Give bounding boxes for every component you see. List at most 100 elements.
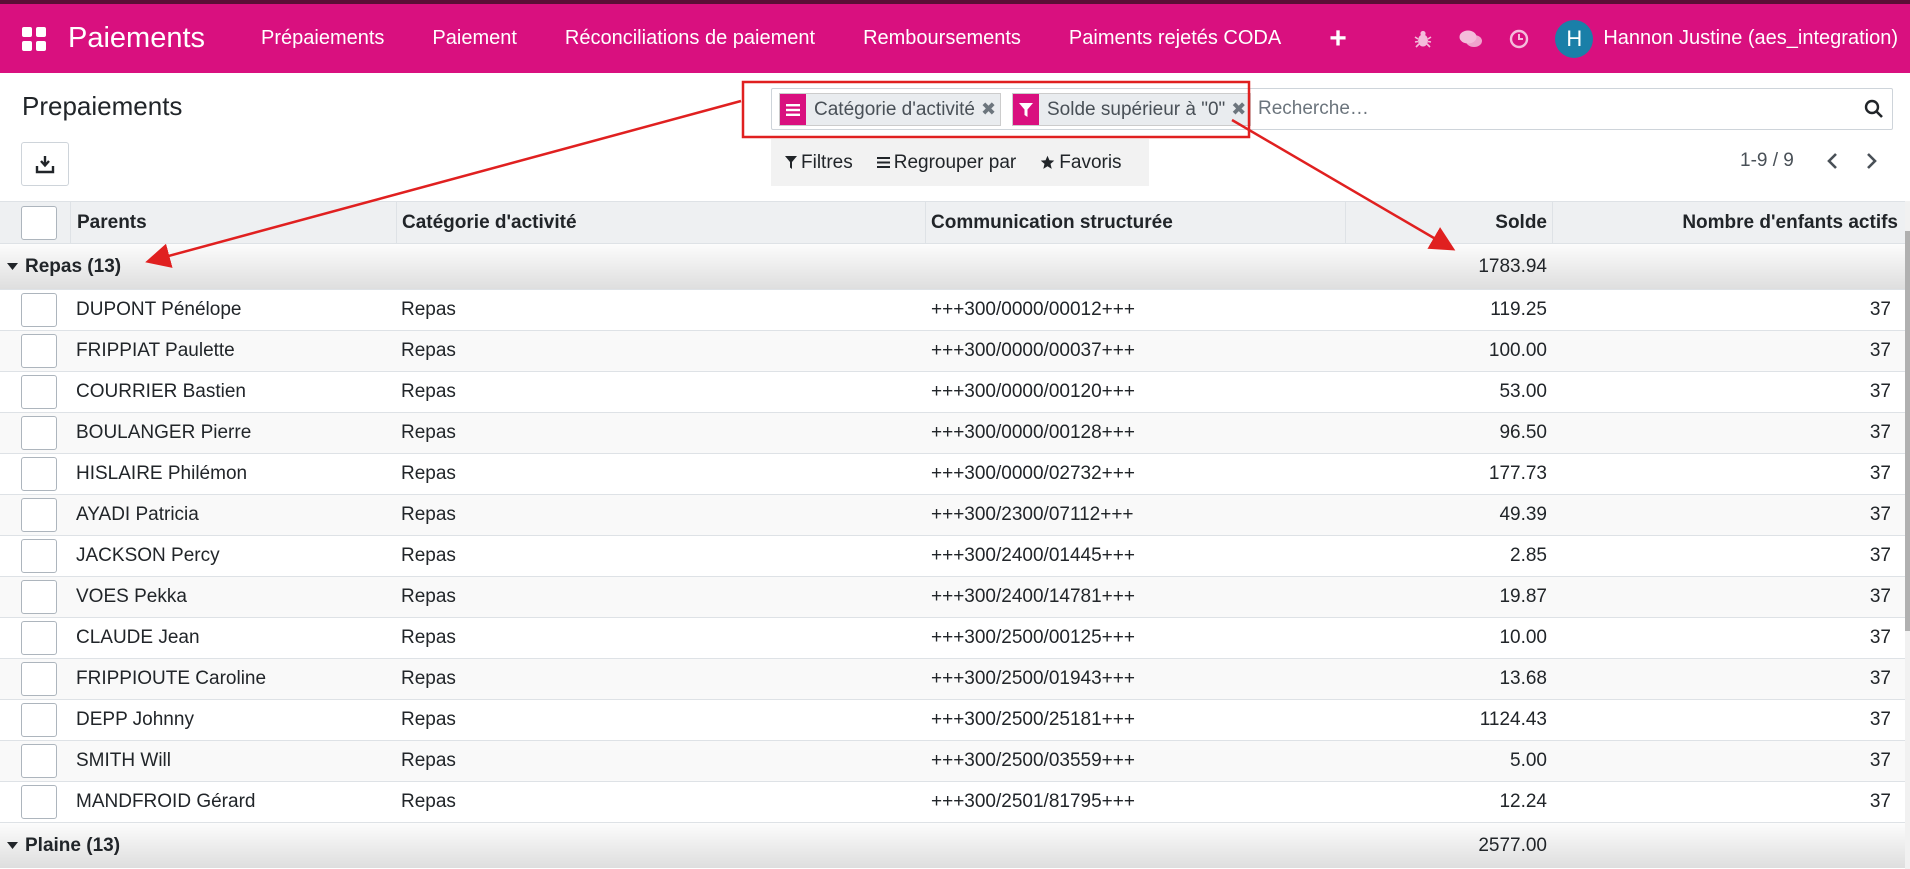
- top-navbar: Paiements Prépaiements Paiement Réconcil…: [0, 0, 1910, 73]
- cell-communication: +++300/2300/07112+++: [931, 504, 1134, 525]
- app-brand[interactable]: Paiements: [68, 22, 205, 55]
- search-icon[interactable]: [1864, 99, 1884, 125]
- menu-remboursements[interactable]: Remboursements: [839, 4, 1045, 73]
- table-row[interactable]: FRIPPIAT Paulette Repas +++300/0000/00037+…: [0, 330, 1905, 371]
- facet-remove-icon[interactable]: ✖: [981, 99, 996, 120]
- groupby-list-icon: [780, 94, 806, 125]
- row-checkbox[interactable]: [21, 700, 57, 740]
- row-checkbox[interactable]: [21, 618, 57, 658]
- user-menu[interactable]: Hannon Justine (aes_integration): [1603, 27, 1898, 50]
- filters-dropdown[interactable]: Filtres: [785, 152, 853, 174]
- row-checkbox[interactable]: [21, 413, 57, 453]
- cell-parent: FRIPPIOUTE Caroline: [76, 668, 267, 689]
- menu-reconciliations[interactable]: Réconciliations de paiement: [541, 4, 839, 73]
- cell-categorie: Repas: [401, 340, 456, 361]
- table-row[interactable]: FRIPPIOUTE Caroline Repas +++300/2500/0194…: [0, 658, 1905, 699]
- table-row[interactable]: COURRIER Bastien Repas +++300/0000/00120++…: [0, 371, 1905, 412]
- group-expand-caret-icon: [7, 823, 19, 868]
- table-row[interactable]: AYADI Patricia Repas +++300/2300/07112+++ 4…: [0, 494, 1905, 535]
- row-checkbox[interactable]: [21, 331, 57, 371]
- column-header-categorie[interactable]: Catégorie d'activité: [402, 202, 577, 243]
- pager-next-button[interactable]: [1857, 148, 1887, 174]
- row-checkbox[interactable]: [21, 741, 57, 781]
- export-button[interactable]: [21, 142, 69, 186]
- table-row[interactable]: DEPP Johnny Repas +++300/2500/25181+++ 1124…: [0, 699, 1905, 740]
- cell-communication: +++300/2400/01445+++: [931, 545, 1135, 566]
- cell-solde: 10.00: [1499, 627, 1547, 648]
- cell-nombre-enfants: 37: [1869, 340, 1891, 361]
- favorites-dropdown[interactable]: Favoris: [1040, 152, 1122, 174]
- row-checkbox[interactable]: [21, 782, 57, 822]
- search-bar: Catégorie d'activité ✖ Solde supérieur à…: [771, 88, 1893, 130]
- chevron-left-icon: [1827, 153, 1837, 169]
- cell-communication: +++300/2500/03559+++: [931, 750, 1135, 771]
- cell-parent: VOES Pekka: [76, 586, 187, 607]
- column-header-parents[interactable]: Parents: [77, 202, 147, 243]
- cell-parent: DEPP Johnny: [76, 709, 194, 730]
- cell-parent: BOULANGER Pierre: [76, 422, 252, 443]
- table-row[interactable]: HISLAIRE Philémon Repas +++300/0000/02732+…: [0, 453, 1905, 494]
- group-label: Repas (13): [25, 255, 122, 277]
- row-checkbox[interactable]: [21, 536, 57, 576]
- menu-prepaiements[interactable]: Prépaiements: [237, 4, 408, 73]
- cell-categorie: Repas: [401, 668, 456, 689]
- cell-nombre-enfants: 37: [1869, 668, 1891, 689]
- cell-categorie: Repas: [401, 381, 456, 402]
- group-row-plaine[interactable]: Plaine (13) 2577.00: [0, 822, 1905, 868]
- table-row[interactable]: MANDFROID Gérard Repas +++300/2501/81795++…: [0, 781, 1905, 822]
- table-row[interactable]: DUPONT Pénélope Repas +++300/0000/00012+++…: [0, 289, 1905, 330]
- row-checkbox[interactable]: [21, 372, 57, 412]
- facet-remove-icon[interactable]: ✖: [1231, 99, 1246, 120]
- debug-bug-icon[interactable]: [1399, 4, 1447, 73]
- table-row[interactable]: JACKSON Percy Repas +++300/2400/01445+++ 2.…: [0, 535, 1905, 576]
- row-checkbox[interactable]: [21, 454, 57, 494]
- group-row-repas[interactable]: Repas (13) 1783.94: [0, 243, 1905, 289]
- apps-grid-icon: [22, 26, 46, 51]
- facet-groupby-category[interactable]: Catégorie d'activité ✖: [779, 93, 1002, 126]
- activity-clock-icon[interactable]: [1495, 4, 1543, 73]
- cell-communication: +++300/0000/00037+++: [931, 340, 1135, 361]
- row-checkbox[interactable]: [21, 290, 57, 330]
- cell-categorie: Repas: [401, 709, 456, 730]
- add-menu-button[interactable]: +: [1305, 4, 1371, 73]
- table-row[interactable]: SMITH Will Repas +++300/2500/03559+++ 5.00 3…: [0, 740, 1905, 781]
- user-avatar[interactable]: H: [1555, 19, 1594, 58]
- column-header-enfants[interactable]: Nombre d'enfants actifs: [1682, 202, 1898, 243]
- search-input[interactable]: [1258, 95, 1818, 123]
- select-all-checkbox[interactable]: [21, 202, 57, 243]
- row-checkbox[interactable]: [21, 577, 57, 617]
- facet-filter-solde[interactable]: Solde supérieur à "0" ✖: [1012, 93, 1252, 126]
- pager-previous-button[interactable]: [1817, 148, 1847, 174]
- cell-nombre-enfants: 37: [1869, 545, 1891, 566]
- cell-solde: 13.68: [1499, 668, 1547, 689]
- filter-funnel-icon: [1013, 94, 1039, 125]
- table-row[interactable]: CLAUDE Jean Repas +++300/2500/00125+++ 10.0…: [0, 617, 1905, 658]
- menu-paiement[interactable]: Paiement: [408, 4, 541, 73]
- table-row[interactable]: BOULANGER Pierre Repas +++300/0000/00128++…: [0, 412, 1905, 453]
- menu-paiements-rejetes-coda[interactable]: Paiments rejetés CODA: [1045, 4, 1305, 73]
- chevron-right-icon: [1867, 153, 1877, 169]
- column-header-communication[interactable]: Communication structurée: [931, 202, 1173, 243]
- table-row[interactable]: VOES Pekka Repas +++300/2400/14781+++ 19.87…: [0, 576, 1905, 617]
- pager-value[interactable]: 1-9 / 9: [1740, 150, 1794, 172]
- cell-solde: 1124.43: [1479, 709, 1547, 730]
- cell-communication: +++300/2500/00125+++: [931, 627, 1135, 648]
- groupby-list-icon: [876, 157, 890, 168]
- groupby-dropdown[interactable]: Regrouper par: [876, 152, 1016, 174]
- cell-parent: DUPONT Pénélope: [76, 299, 242, 320]
- cell-parent: COURRIER Bastien: [76, 381, 246, 402]
- systray: H Hannon Justine (aes_integration): [1399, 4, 1910, 73]
- row-checkbox[interactable]: [21, 659, 57, 699]
- cell-categorie: Repas: [401, 504, 456, 525]
- cell-categorie: Repas: [401, 586, 456, 607]
- cell-solde: 2.85: [1510, 545, 1547, 566]
- cell-nombre-enfants: 37: [1869, 750, 1891, 771]
- chat-bubbles-icon[interactable]: [1447, 4, 1495, 73]
- apps-menu-button[interactable]: [0, 4, 68, 73]
- cell-nombre-enfants: 37: [1869, 504, 1891, 525]
- list-scrollbar[interactable]: [1905, 201, 1910, 869]
- cell-solde: 49.39: [1499, 504, 1547, 525]
- row-checkbox[interactable]: [21, 495, 57, 535]
- cell-parent: HISLAIRE Philémon: [76, 463, 248, 484]
- column-header-solde[interactable]: Solde: [1495, 202, 1547, 243]
